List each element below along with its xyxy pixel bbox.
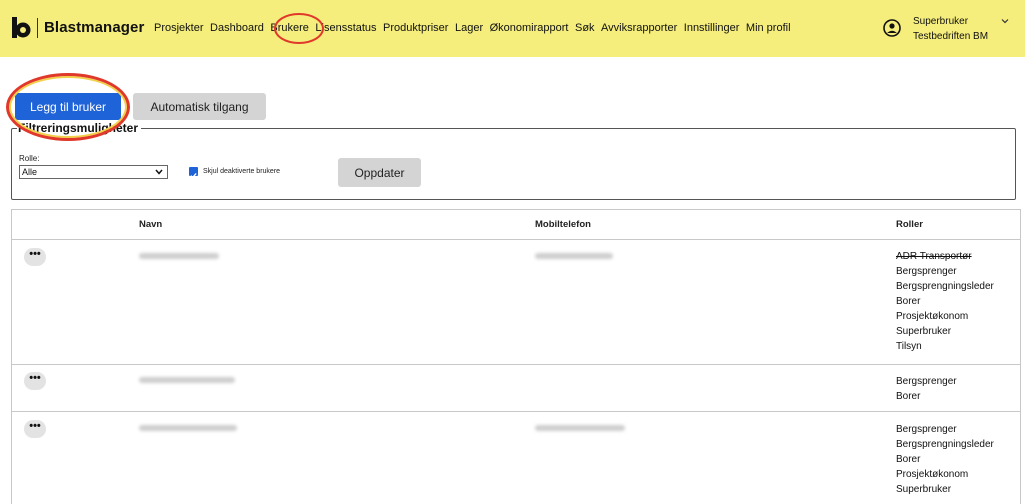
table-divider [11, 411, 1021, 412]
role-item: Borer [896, 296, 921, 307]
chevron-down-icon[interactable] [1000, 16, 1010, 26]
nav-produktpriser[interactable]: Produktpriser [383, 22, 448, 34]
role-item: Bergsprengningsleder [896, 281, 994, 292]
automatic-access-button[interactable]: Automatisk tilgang [133, 93, 266, 120]
redacted-phone [535, 425, 625, 431]
hide-deactivated-checkbox[interactable] [189, 167, 198, 179]
role-item: Borer [896, 454, 921, 465]
nav-innstillinger[interactable]: Innstillinger [684, 22, 740, 34]
row-actions-button[interactable]: ••• [24, 420, 46, 438]
blastmanager-logo-icon[interactable] [11, 17, 33, 39]
role-item: Bergsprengningsleder [896, 439, 994, 450]
column-header-name[interactable]: Navn [139, 219, 162, 230]
hide-deactivated-label: Skjul deaktiverte brukere [203, 168, 281, 175]
nav-lisensstatus[interactable]: Lisensstatus [315, 22, 376, 34]
user-company[interactable]: Testbedriften BM [913, 31, 988, 42]
column-header-mobile[interactable]: Mobiltelefon [535, 219, 591, 230]
brand-name[interactable]: Blastmanager [44, 19, 144, 36]
role-item: Bergsprenger [896, 376, 957, 387]
role-item: Prosjektøkonom [896, 469, 969, 480]
highlight-ring-add-user [6, 73, 130, 141]
role-item: Superbruker [896, 484, 952, 495]
role-selected-value: Alle [22, 167, 38, 177]
logo-divider [37, 18, 38, 38]
role-item: ADR Transportør [896, 251, 972, 262]
checkmark-icon [190, 172, 197, 179]
main-nav: Prosjekter Dashboard Brukere Lisensstatu… [154, 22, 797, 34]
user-name[interactable]: Superbruker [913, 16, 968, 27]
nav-avviksrapporter[interactable]: Avviksrapporter [601, 22, 677, 34]
redacted-phone [535, 253, 613, 259]
table-divider [11, 364, 1021, 365]
role-item: Tilsyn [896, 341, 922, 352]
table-divider [11, 239, 1021, 240]
user-avatar-icon[interactable] [883, 19, 901, 37]
nav-prosjekter[interactable]: Prosjekter [154, 22, 204, 34]
row-actions-button[interactable]: ••• [24, 248, 46, 266]
nav-okonomirapport[interactable]: Økonomirapport [490, 22, 569, 34]
column-header-roles[interactable]: Roller [896, 219, 923, 230]
role-label: Rolle: [19, 154, 40, 163]
top-navigation-bar: Blastmanager Prosjekter Dashboard Bruker… [0, 0, 1025, 57]
role-item: Bergsprenger [896, 266, 957, 277]
nav-sok[interactable]: Søk [575, 22, 595, 34]
nav-dashboard[interactable]: Dashboard [210, 22, 264, 34]
role-item: Prosjektøkonom [896, 311, 969, 322]
role-select[interactable]: Alle [19, 165, 168, 179]
row-actions-button[interactable]: ••• [24, 372, 46, 390]
redacted-name [139, 425, 237, 431]
redacted-name [139, 253, 219, 259]
role-item: Bergsprenger [896, 424, 957, 435]
update-button[interactable]: Oppdater [338, 158, 421, 187]
filter-fieldset [11, 128, 1016, 200]
nav-min-profil[interactable]: Min profil [746, 22, 791, 34]
nav-lager[interactable]: Lager [455, 22, 483, 34]
role-item: Superbruker [896, 326, 952, 337]
chevron-down-icon [155, 169, 163, 175]
role-item: Borer [896, 391, 921, 402]
highlight-ring-nav [274, 13, 324, 44]
redacted-name [139, 377, 235, 383]
